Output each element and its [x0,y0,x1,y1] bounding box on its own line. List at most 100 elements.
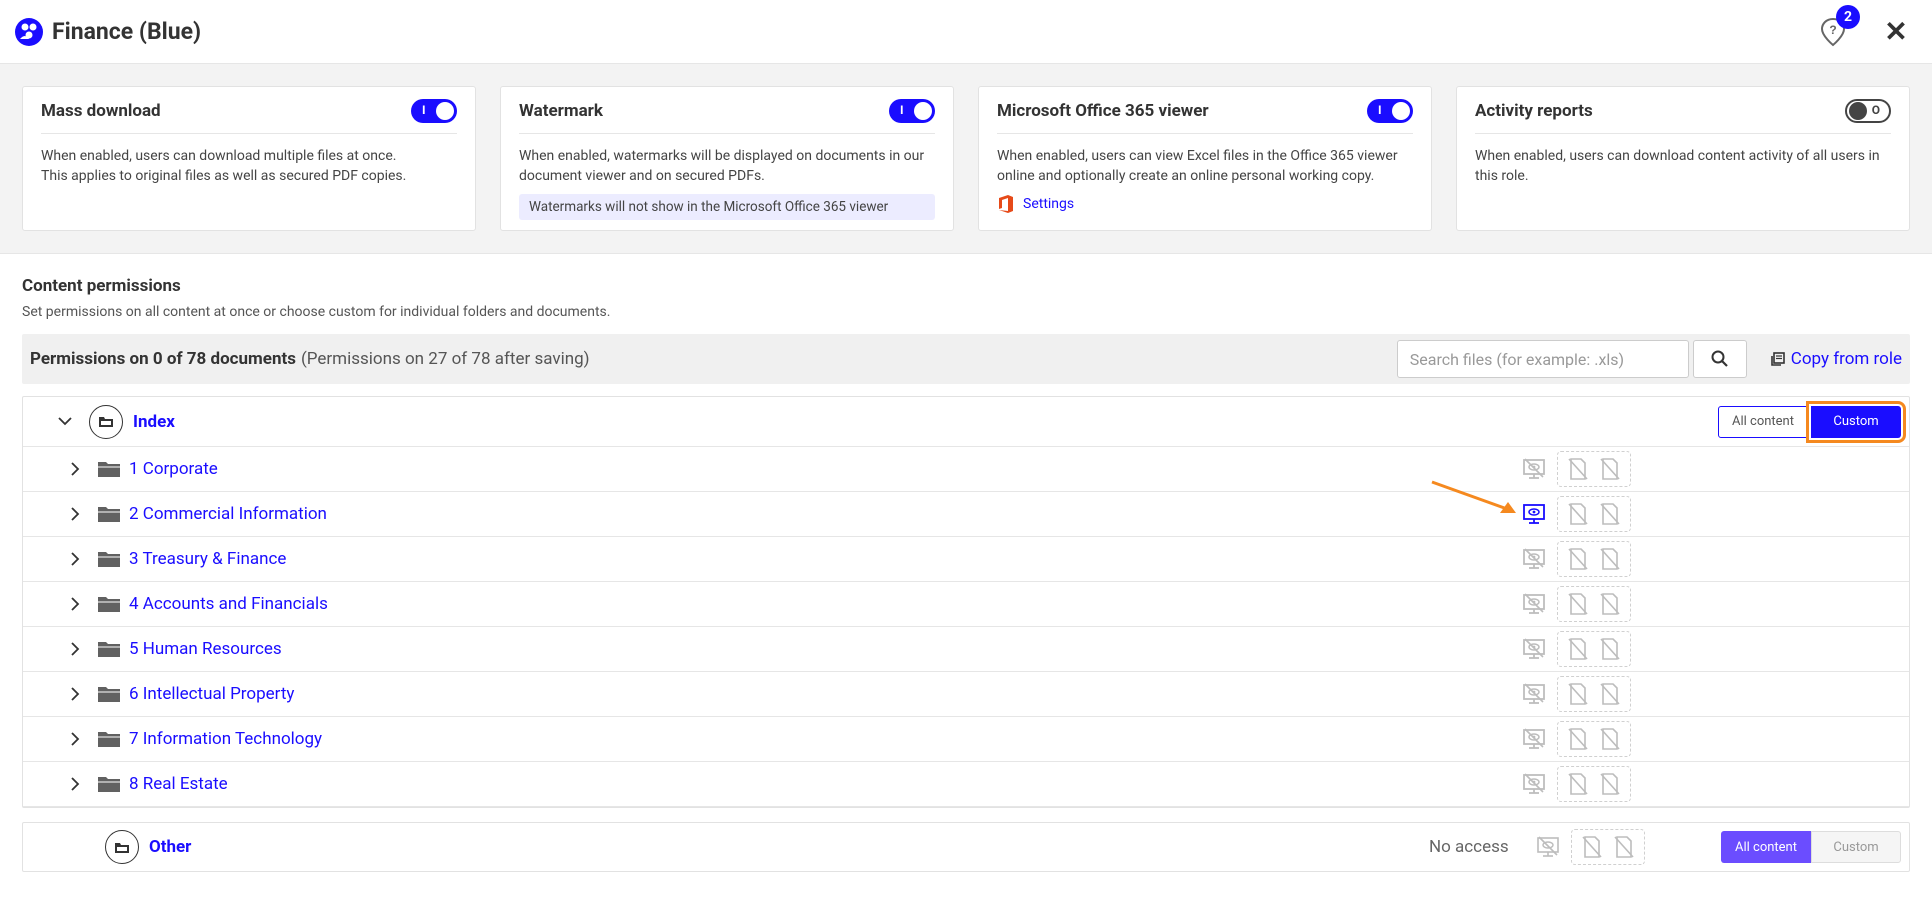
office-settings-link[interactable]: Settings [997,194,1413,214]
tree-root-other: Other No access All content Custom [22,822,1910,872]
activity-reports-toggle[interactable]: O [1845,99,1891,123]
custom-button[interactable]: Custom [1811,831,1901,863]
download-original-off-icon[interactable] [1594,769,1626,799]
chevron-right-icon[interactable] [65,639,85,659]
permission-icons [1519,586,1631,622]
folder-tree: Index All content Custom 1 Corporate 2 C… [22,396,1910,808]
copy-icon [1770,352,1785,366]
all-content-button[interactable]: All content [1718,405,1808,438]
copy-from-role-link[interactable]: Copy from role [1770,349,1902,369]
card-activity-reports: Activity reports O When enabled, users c… [1456,86,1910,231]
chevron-right-icon[interactable] [65,504,85,524]
root-folder-name[interactable]: Index [133,412,175,432]
folder-icon [98,597,120,612]
folder-name[interactable]: 8 Real Estate [129,774,228,794]
card-description: When enabled, users can view Excel files… [997,148,1398,184]
folder-name[interactable]: 3 Treasury & Finance [129,549,286,569]
card-title: Mass download [41,101,161,121]
card-watermark: Watermark I When enabled, watermarks wil… [500,86,954,231]
permission-icons [1519,541,1631,577]
tree-row: 7 Information Technology [23,717,1909,762]
office-viewer-toggle[interactable]: I [1367,99,1413,123]
role-group-icon [15,17,43,46]
all-content-button[interactable]: All content [1721,831,1811,863]
download-pdf-off-icon[interactable] [1576,832,1608,862]
download-original-off-icon[interactable] [1594,499,1626,529]
tree-row: 2 Commercial Information [23,492,1909,537]
tree-root-index: Index All content Custom [23,397,1909,447]
mass-download-toggle[interactable]: I [411,99,457,123]
folder-name[interactable]: 4 Accounts and Financials [129,594,328,614]
folder-icon [98,552,120,567]
close-icon[interactable]: ✕ [1882,15,1910,48]
custom-button[interactable]: Custom [1806,400,1906,443]
view-off-icon[interactable] [1519,769,1549,799]
card-office-viewer: Microsoft Office 365 viewer I When enabl… [978,86,1432,231]
view-off-icon[interactable] [1519,544,1549,574]
other-permission-mode: All content Custom [1721,831,1901,863]
folder-name[interactable]: 2 Commercial Information [129,504,327,524]
view-off-icon[interactable] [1519,724,1549,754]
folder-name[interactable]: 1 Corporate [129,459,218,479]
chevron-right-icon[interactable] [65,459,85,479]
chevron-right-icon[interactable] [65,729,85,749]
folder-icon [98,777,120,792]
download-pdf-off-icon[interactable] [1562,454,1594,484]
tree-row: 5 Human Resources [23,627,1909,672]
search-input[interactable] [1396,340,1689,378]
download-pdf-off-icon[interactable] [1562,544,1594,574]
watermark-toggle[interactable]: I [889,99,935,123]
folder-name[interactable]: 5 Human Resources [129,639,282,659]
section-title: Content permissions [22,276,181,296]
help-button[interactable]: ? 2 [1816,4,1860,49]
card-description: When enabled, users can download content… [1475,148,1880,184]
download-original-off-icon[interactable] [1594,679,1626,709]
notification-badge: 2 [1836,4,1860,29]
permission-icons [1519,766,1631,802]
download-pdf-off-icon[interactable] [1562,634,1594,664]
download-original-off-icon[interactable] [1594,634,1626,664]
download-pdf-off-icon[interactable] [1562,724,1594,754]
download-original-off-icon[interactable] [1594,724,1626,754]
chevron-down-icon[interactable] [55,412,75,432]
view-on-icon[interactable] [1519,499,1549,529]
folder-name[interactable]: 6 Intellectual Property [129,684,294,704]
tree-row: 3 Treasury & Finance [23,537,1909,582]
chevron-right-icon[interactable] [65,549,85,569]
folder-icon [98,642,120,657]
download-original-off-icon[interactable] [1594,454,1626,484]
chevron-right-icon[interactable] [65,774,85,794]
search-button[interactable] [1692,340,1747,378]
root-folder-name[interactable]: Other [149,837,191,857]
view-off-icon[interactable] [1519,454,1549,484]
card-title: Activity reports [1475,101,1593,121]
download-pdf-off-icon[interactable] [1562,499,1594,529]
download-original-off-icon[interactable] [1594,589,1626,619]
content-permissions: Content permissions Set permissions on a… [0,254,1932,872]
download-original-off-icon[interactable] [1608,832,1640,862]
search-icon [1711,350,1728,367]
svg-text:?: ? [1829,23,1836,37]
folder-icon [98,687,120,702]
view-off-icon[interactable] [1519,589,1549,619]
download-pdf-off-icon[interactable] [1562,589,1594,619]
view-off-icon[interactable] [1533,832,1563,862]
section-subtitle: Set permissions on all content at once o… [22,304,611,320]
card-title: Watermark [519,101,603,121]
view-off-icon[interactable] [1519,679,1549,709]
folder-name[interactable]: 7 Information Technology [129,729,322,749]
office-icon [999,195,1013,213]
view-off-icon[interactable] [1519,634,1549,664]
download-original-off-icon[interactable] [1594,544,1626,574]
download-pdf-off-icon[interactable] [1562,679,1594,709]
annotation-arrow [1431,480,1516,513]
download-pdf-off-icon[interactable] [1562,769,1594,799]
permission-icons [1519,676,1631,712]
folder-icon [98,462,120,477]
card-description: When enabled, watermarks will be display… [519,148,925,184]
root-permission-mode: All content Custom [1718,400,1906,443]
card-description: When enabled, users can download multipl… [41,148,407,184]
card-title: Microsoft Office 365 viewer [997,101,1209,121]
chevron-right-icon[interactable] [65,684,85,704]
chevron-right-icon[interactable] [65,594,85,614]
